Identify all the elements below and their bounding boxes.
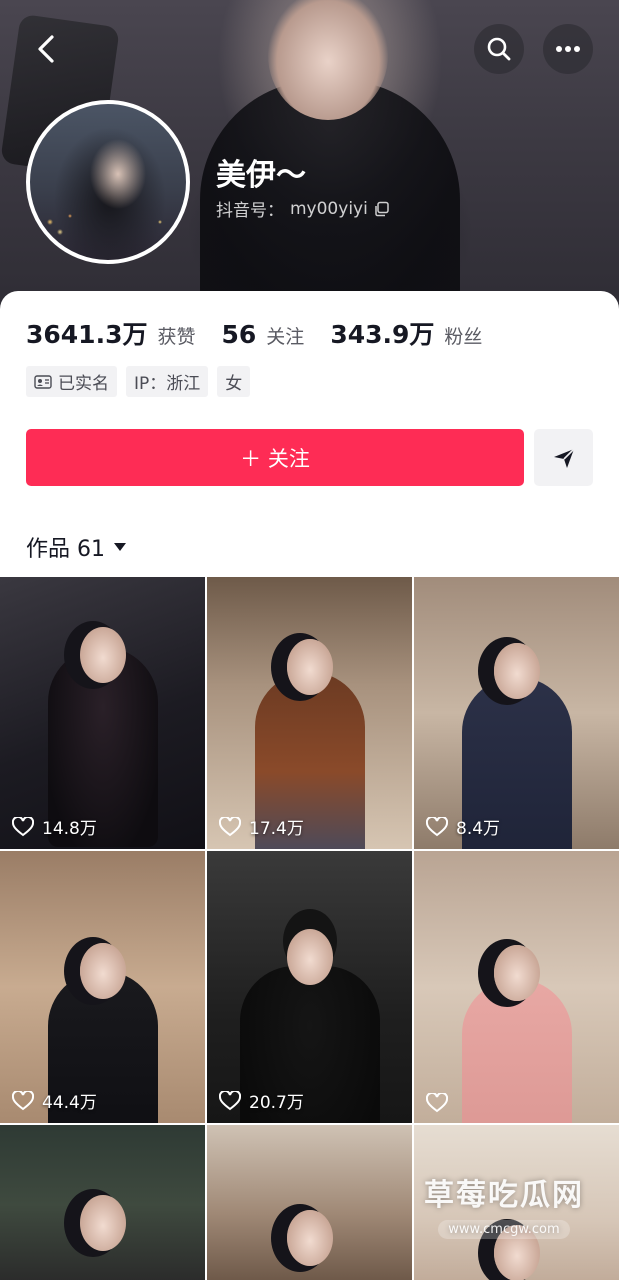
followers-label: 粉丝 bbox=[444, 326, 483, 348]
works-tab-label: 作品 61 bbox=[26, 537, 105, 562]
gender-label: 女 bbox=[225, 374, 243, 394]
video-thumbnail[interactable]: 8.4万 bbox=[414, 577, 619, 849]
video-thumbnail[interactable]: 14.8万 bbox=[0, 577, 205, 849]
douyin-id-value: my00yiyi bbox=[290, 198, 368, 219]
nickname: 美伊～ bbox=[216, 158, 306, 193]
video-likes bbox=[426, 1093, 456, 1113]
video-thumbnail[interactable]: 17.4万 bbox=[207, 577, 412, 849]
thumbnail-face bbox=[79, 943, 126, 999]
profile-tags: 已实名 IP：浙江 女 bbox=[26, 366, 251, 397]
heart-outline-icon bbox=[426, 816, 448, 836]
video-likes-count: 44.4万 bbox=[42, 1093, 97, 1113]
thumbnail-face bbox=[286, 929, 333, 985]
site-watermark: 草莓吃瓜网 www.cmcgw.com bbox=[394, 1170, 614, 1239]
thumbnail-face bbox=[493, 945, 540, 1001]
following-count[interactable]: 56 bbox=[222, 320, 257, 349]
profile-stats: 3641.3万 获赞 56 关注 343.9万 粉丝 bbox=[26, 315, 498, 351]
chevron-left-icon bbox=[38, 35, 54, 63]
search-button[interactable] bbox=[474, 24, 524, 74]
thumbnail-face bbox=[286, 1210, 333, 1266]
more-dots-icon bbox=[556, 46, 580, 52]
video-thumbnail[interactable] bbox=[414, 851, 619, 1123]
follow-button[interactable]: ＋ 关注 bbox=[26, 429, 524, 486]
more-button[interactable] bbox=[543, 24, 593, 74]
video-likes-count: 8.4万 bbox=[456, 819, 501, 839]
douyin-id: 抖音号： my00yiyi bbox=[216, 196, 390, 221]
douyin-id-label: 抖音号： bbox=[216, 201, 284, 221]
heart-outline-icon bbox=[12, 816, 34, 836]
copy-icon[interactable] bbox=[374, 201, 390, 217]
video-likes-count: 14.8万 bbox=[42, 819, 97, 839]
ip-location-tag: IP：浙江 bbox=[126, 366, 209, 397]
back-button[interactable] bbox=[22, 24, 72, 74]
video-thumbnail[interactable] bbox=[207, 1125, 412, 1280]
send-icon bbox=[553, 447, 575, 468]
thumbnail-face bbox=[493, 643, 540, 699]
video-likes: 17.4万 bbox=[219, 814, 304, 839]
message-button[interactable] bbox=[534, 429, 593, 486]
heart-outline-icon bbox=[426, 1093, 448, 1113]
avatar-city-lights bbox=[30, 202, 186, 242]
following-label: 关注 bbox=[266, 326, 305, 348]
watermark-url: www.cmcgw.com bbox=[438, 1220, 570, 1239]
heart-outline-icon bbox=[12, 1090, 34, 1110]
search-icon bbox=[487, 37, 511, 61]
video-likes: 44.4万 bbox=[12, 1088, 97, 1113]
thumbnail-face bbox=[79, 1195, 126, 1251]
caret-down-icon bbox=[114, 543, 126, 551]
avatar[interactable] bbox=[26, 100, 190, 264]
likes-label: 获赞 bbox=[157, 326, 196, 348]
video-thumbnail[interactable] bbox=[0, 1125, 205, 1280]
verified-tag-label: 已实名 bbox=[58, 374, 109, 394]
video-thumbnail[interactable]: 44.4万 bbox=[0, 851, 205, 1123]
ip-location-label: IP：浙江 bbox=[134, 374, 201, 394]
heart-outline-icon bbox=[219, 816, 241, 836]
video-likes: 14.8万 bbox=[12, 814, 97, 839]
video-likes-count: 20.7万 bbox=[249, 1093, 304, 1113]
thumbnail-face bbox=[79, 627, 126, 683]
heart-outline-icon bbox=[219, 1090, 241, 1110]
followers-count[interactable]: 343.9万 bbox=[330, 315, 434, 351]
profile-card: 3641.3万 获赞 56 关注 343.9万 粉丝 已实名 IP：浙江 女 ＋… bbox=[0, 291, 619, 1280]
video-likes: 8.4万 bbox=[426, 814, 500, 839]
video-likes: 20.7万 bbox=[219, 1088, 304, 1113]
verified-tag: 已实名 bbox=[26, 366, 117, 397]
video-thumbnail[interactable]: 20.7万 bbox=[207, 851, 412, 1123]
gender-tag: 女 bbox=[217, 366, 251, 397]
likes-count[interactable]: 3641.3万 bbox=[26, 315, 147, 351]
id-card-icon bbox=[34, 374, 52, 389]
works-tab[interactable]: 作品 61 bbox=[26, 531, 127, 563]
watermark-title: 草莓吃瓜网 bbox=[424, 1178, 584, 1213]
video-likes-count: 17.4万 bbox=[249, 819, 304, 839]
thumbnail-face bbox=[286, 639, 333, 695]
